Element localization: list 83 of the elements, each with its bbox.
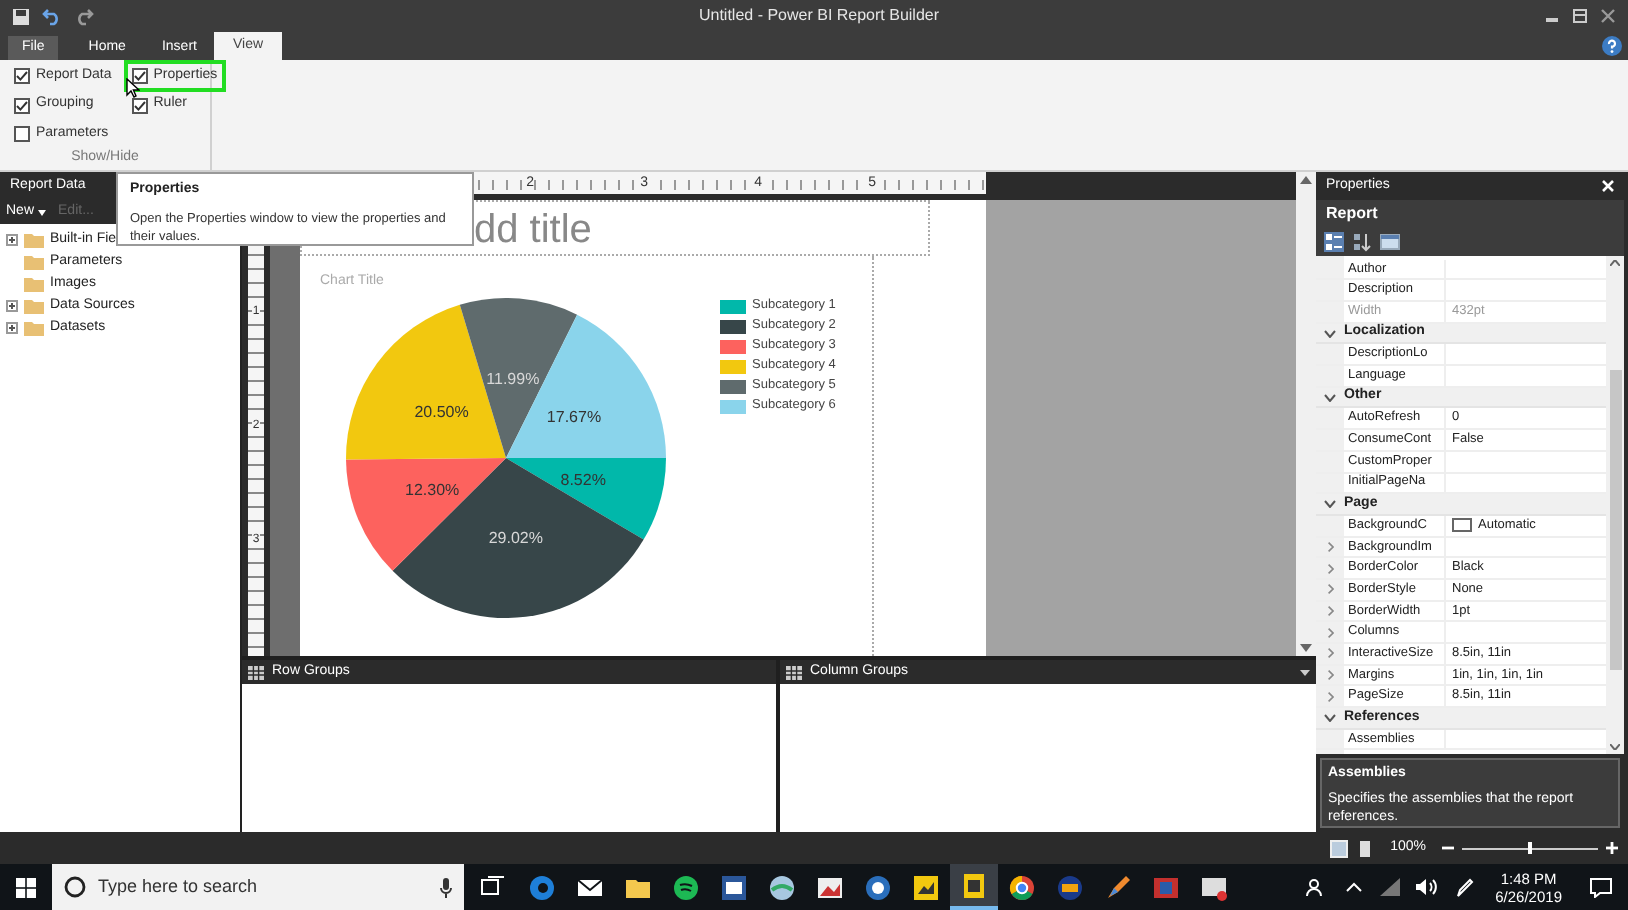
search-placeholder: Type here to search	[98, 873, 260, 900]
checkbox[interactable]	[131, 97, 148, 114]
checkbox[interactable]	[131, 68, 148, 84]
chrome-icon[interactable]	[1008, 873, 1036, 901]
grid-icon	[786, 665, 802, 679]
legend-swatch	[720, 319, 746, 333]
checkbox[interactable]	[14, 68, 30, 84]
legend-swatch	[720, 359, 746, 373]
dropdown-icon[interactable]	[1300, 669, 1310, 675]
data-label: 17.67%	[546, 407, 602, 426]
pen-icon[interactable]	[1455, 877, 1474, 897]
legend-swatch	[720, 399, 746, 413]
zoom-slider[interactable]	[1462, 842, 1598, 854]
scroll-up-icon[interactable]	[1300, 176, 1312, 184]
chevron-up-icon[interactable]	[1345, 882, 1362, 892]
expand-icon[interactable]	[6, 234, 18, 246]
legend-swatch	[720, 339, 746, 353]
cortana-icon	[64, 876, 86, 898]
checkbox[interactable]	[14, 126, 30, 143]
scroll-down-icon[interactable]	[1300, 644, 1312, 652]
music-app-icon[interactable]	[672, 873, 700, 901]
window-title: Untitled - Power BI Report Builder	[698, 4, 940, 28]
expand-icon[interactable]	[6, 322, 18, 334]
globe-icon[interactable]	[768, 873, 796, 901]
help-icon[interactable]	[1602, 36, 1622, 56]
volume-icon[interactable]	[1415, 878, 1438, 896]
color-swatch[interactable]	[1452, 518, 1472, 533]
circle-app-icon[interactable]	[864, 873, 892, 901]
legend-swatch	[720, 379, 746, 393]
search-field[interactable]: Type here to search	[52, 864, 464, 910]
expand-icon[interactable]	[1327, 648, 1333, 659]
expand-icon[interactable]	[1327, 605, 1333, 616]
windows-start-icon[interactable]	[16, 877, 36, 897]
data-label: 29.02%	[488, 529, 543, 548]
vertical-scrollbar[interactable]	[1296, 172, 1316, 656]
undo-icon[interactable]	[42, 7, 62, 25]
expand-icon[interactable]	[1327, 691, 1333, 702]
vertical-scrollbar[interactable]	[1606, 255, 1624, 755]
toolbox-icon[interactable]	[1152, 873, 1180, 901]
data-label: 8.52%	[560, 471, 606, 490]
sort-icon[interactable]	[1352, 231, 1372, 252]
legend-swatch	[720, 299, 746, 313]
expand-icon[interactable]	[6, 300, 18, 312]
scroll-thumb[interactable]	[1609, 369, 1621, 670]
task-view-icon[interactable]	[480, 873, 508, 901]
scroll-up-icon[interactable]	[1610, 259, 1620, 266]
notification-icon[interactable]	[1590, 877, 1612, 897]
scroll-down-icon[interactable]	[1610, 744, 1620, 751]
expand-icon[interactable]	[1327, 563, 1333, 574]
checkbox[interactable]	[14, 97, 30, 114]
caret-icon[interactable]	[38, 209, 47, 215]
print-layout-icon[interactable]	[1356, 839, 1375, 857]
network-icon[interactable]	[1379, 878, 1400, 896]
image-icon[interactable]	[816, 873, 844, 901]
mouse-cursor-icon	[126, 78, 140, 98]
expand-icon[interactable]	[1327, 627, 1333, 638]
screen-icon[interactable]	[1200, 873, 1228, 901]
expand-icon[interactable]	[1327, 541, 1333, 552]
expand-icon[interactable]	[1327, 584, 1333, 595]
title-placeholder: dd title	[474, 208, 592, 252]
object-name: Report	[1326, 201, 1378, 226]
page-view-icon[interactable]	[1330, 839, 1349, 857]
data-label: 11.99%	[486, 370, 540, 389]
collapse-icon[interactable]	[1324, 500, 1336, 509]
document-app-icon[interactable]	[720, 873, 748, 901]
grid-icon	[248, 665, 264, 679]
property-pages-icon[interactable]	[1380, 231, 1400, 252]
categorized-icon[interactable]	[1324, 231, 1344, 252]
data-label: 12.30%	[405, 480, 460, 499]
people-icon[interactable]	[1305, 877, 1326, 897]
redo-icon[interactable]	[74, 7, 94, 25]
maximize-icon[interactable]	[1572, 8, 1588, 24]
gallery-icon[interactable]	[912, 873, 940, 901]
microphone-icon[interactable]	[440, 877, 452, 897]
badge-icon[interactable]	[1056, 873, 1084, 901]
collapse-icon[interactable]	[1324, 329, 1336, 338]
report-builder-icon[interactable]	[960, 871, 988, 899]
collapse-icon[interactable]	[1324, 713, 1336, 722]
expand-icon[interactable]	[1327, 670, 1333, 681]
zoom-in-icon[interactable]	[1606, 842, 1618, 854]
collapse-icon[interactable]	[1324, 393, 1336, 402]
data-label: 20.50%	[414, 402, 469, 421]
save-icon[interactable]	[12, 7, 30, 25]
